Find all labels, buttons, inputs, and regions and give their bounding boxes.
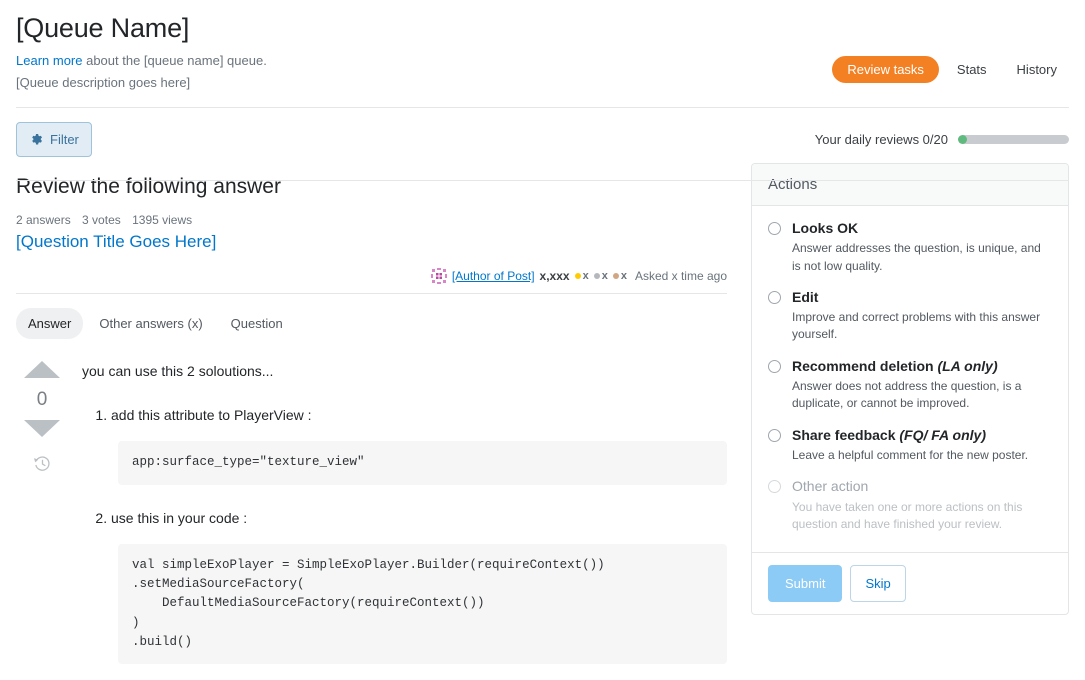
queue-subtitle-rest: about the [queue name] queue.	[82, 52, 267, 68]
actions-panel: Actions Looks OK Answer addresses the qu…	[751, 162, 1069, 616]
actions-footer: Submit Skip	[752, 552, 1068, 614]
action-option-recommend-deletion[interactable]: Recommend deletion (LA only) Answer does…	[768, 357, 1052, 413]
answers-count: 2 answers	[16, 213, 71, 228]
answer-body: you can use this 2 soloutions... add thi…	[68, 361, 727, 680]
action-text-looks-ok: Looks OK Answer addresses the question, …	[792, 219, 1052, 275]
action-option-edit[interactable]: Edit Improve and correct problems with t…	[768, 288, 1052, 344]
review-tasks-button[interactable]: Review tasks	[832, 56, 939, 83]
filter-divider	[16, 179, 1069, 181]
actions-options-list: Looks OK Answer addresses the question, …	[752, 206, 1068, 552]
upvote-arrow-icon[interactable]	[24, 361, 60, 379]
skip-button[interactable]: Skip	[850, 565, 906, 603]
post-byline: [Author of Post] x,xxx x x x Asked x tim…	[16, 268, 727, 285]
header-nav: Review tasks Stats History	[832, 55, 1069, 84]
answer-step-1-text: add this attribute to PlayerView :	[111, 407, 312, 424]
gold-badge-count: x	[582, 270, 589, 283]
action-desc-edit: Improve and correct problems with this a…	[792, 310, 1041, 342]
post-author-link[interactable]: [Author of Post]	[452, 269, 535, 283]
action-label-text-recommend-deletion: Recommend deletion	[792, 357, 938, 374]
code-block-2: val simpleExoPlayer = SimpleExoPlayer.Bu…	[118, 543, 727, 665]
action-label-text-share-feedback: Share feedback	[792, 426, 900, 443]
silver-badge-icon	[593, 273, 600, 280]
action-label-other-action: Other action	[792, 477, 1052, 495]
byline-divider	[16, 293, 727, 295]
answer-step-2: use this in your code :	[111, 508, 727, 529]
action-label-text-edit: Edit	[792, 288, 819, 305]
action-suffix-recommend-deletion: (LA only)	[937, 357, 998, 374]
action-text-edit: Edit Improve and correct problems with t…	[792, 288, 1052, 344]
page-header: [Queue Name] Learn more about the [queue…	[0, 0, 1085, 108]
radio-other-action	[768, 480, 781, 494]
author-reputation: x,xxx	[539, 269, 570, 284]
downvote-arrow-icon[interactable]	[24, 420, 60, 438]
action-label-text-looks-ok: Looks OK	[792, 219, 859, 236]
actions-column: Actions Looks OK Answer addresses the qu…	[751, 157, 1069, 680]
gear-icon	[32, 134, 42, 145]
review-column: Review the following answer 2 answers 3 …	[16, 157, 727, 680]
action-text-share-feedback: Share feedback (FQ/ FA only) Leave a hel…	[792, 426, 1052, 465]
answer-steps-list-2: use this in your code :	[82, 508, 727, 529]
silver-badge-count: x	[601, 270, 608, 283]
action-suffix-share-feedback: (FQ/ FA only)	[899, 426, 986, 443]
action-desc-other-action: You have taken one or more actions on th…	[792, 499, 1023, 531]
action-label-recommend-deletion: Recommend deletion (LA only)	[792, 357, 1052, 375]
action-desc-looks-ok: Answer addresses the question, is unique…	[792, 241, 1041, 273]
action-label-text-other-action: Other action	[792, 478, 869, 495]
actions-panel-title: Actions	[752, 163, 1068, 206]
action-desc-share-feedback: Leave a helpful comment for the new post…	[792, 448, 1029, 463]
page-title: [Queue Name]	[16, 13, 190, 43]
gold-badge-icon	[574, 273, 581, 280]
action-option-share-feedback[interactable]: Share feedback (FQ/ FA only) Leave a hel…	[768, 426, 1052, 465]
post-tabs: Answer Other answers (x) Question	[16, 308, 727, 340]
daily-reviews-progress-fill	[958, 134, 967, 144]
silver-badge: x	[593, 270, 608, 283]
code-block-1: app:surface_type="texture_view"	[118, 441, 727, 485]
action-option-other-action: Other action You have taken one or more …	[768, 477, 1052, 533]
votes-count: 3 votes	[82, 213, 121, 228]
answer-container: 0 you can use this 2 soloutions... add t…	[16, 361, 727, 680]
revision-history-icon[interactable]	[33, 454, 52, 473]
action-label-looks-ok: Looks OK	[792, 219, 1052, 237]
tab-other-answers[interactable]: Other answers (x)	[87, 308, 214, 339]
action-text-recommend-deletion: Recommend deletion (LA only) Answer does…	[792, 357, 1052, 413]
daily-reviews: Your daily reviews 0/20	[815, 132, 1069, 147]
action-option-looks-ok[interactable]: Looks OK Answer addresses the question, …	[768, 219, 1052, 275]
bronze-badge-count: x	[620, 270, 627, 283]
radio-looks-ok[interactable]	[768, 221, 781, 235]
answer-steps-list: add this attribute to PlayerView :	[82, 405, 727, 426]
filter-bar: Filter Your daily reviews 0/20	[0, 108, 1085, 181]
radio-edit[interactable]	[768, 290, 781, 304]
submit-button[interactable]: Submit	[768, 565, 843, 603]
daily-reviews-progress-bar	[958, 134, 1069, 144]
daily-reviews-label: Your daily reviews 0/20	[814, 131, 948, 147]
answer-intro-text: you can use this 2 soloutions...	[82, 363, 274, 380]
action-desc-recommend-deletion: Answer does not address the question, is…	[792, 379, 1022, 411]
action-text-other-action: Other action You have taken one or more …	[792, 477, 1052, 533]
gold-badge: x	[574, 270, 589, 283]
learn-more-link[interactable]: Learn more	[16, 53, 82, 68]
bronze-badge-icon	[612, 273, 619, 280]
vote-cell: 0	[16, 361, 68, 680]
radio-share-feedback[interactable]	[768, 428, 781, 442]
main-content: Review the following answer 2 answers 3 …	[0, 157, 1085, 680]
answer-step-1: add this attribute to PlayerView :	[111, 405, 727, 426]
tab-question[interactable]: Question	[219, 308, 295, 339]
views-count: 1395 views	[132, 213, 193, 228]
action-label-share-feedback: Share feedback (FQ/ FA only)	[792, 426, 1052, 444]
vote-score: 0	[36, 389, 48, 411]
answer-step-2-text: use this in your code :	[111, 509, 248, 526]
filter-button[interactable]: Filter	[16, 121, 92, 157]
radio-recommend-deletion[interactable]	[768, 359, 781, 373]
stats-link[interactable]: Stats	[945, 55, 999, 84]
tab-answer[interactable]: Answer	[16, 308, 84, 340]
question-title-link[interactable]: [Question Title Goes Here]	[16, 232, 216, 252]
question-stats: 2 answers 3 votes 1395 views	[16, 213, 727, 227]
filter-button-label: Filter	[50, 131, 79, 147]
identicon-avatar	[430, 268, 447, 285]
bronze-badge: x	[612, 270, 627, 283]
review-heading: Review the following answer	[16, 174, 281, 198]
history-link[interactable]: History	[1005, 55, 1069, 84]
post-timestamp: Asked x time ago	[634, 269, 727, 284]
action-label-edit: Edit	[792, 288, 1052, 306]
